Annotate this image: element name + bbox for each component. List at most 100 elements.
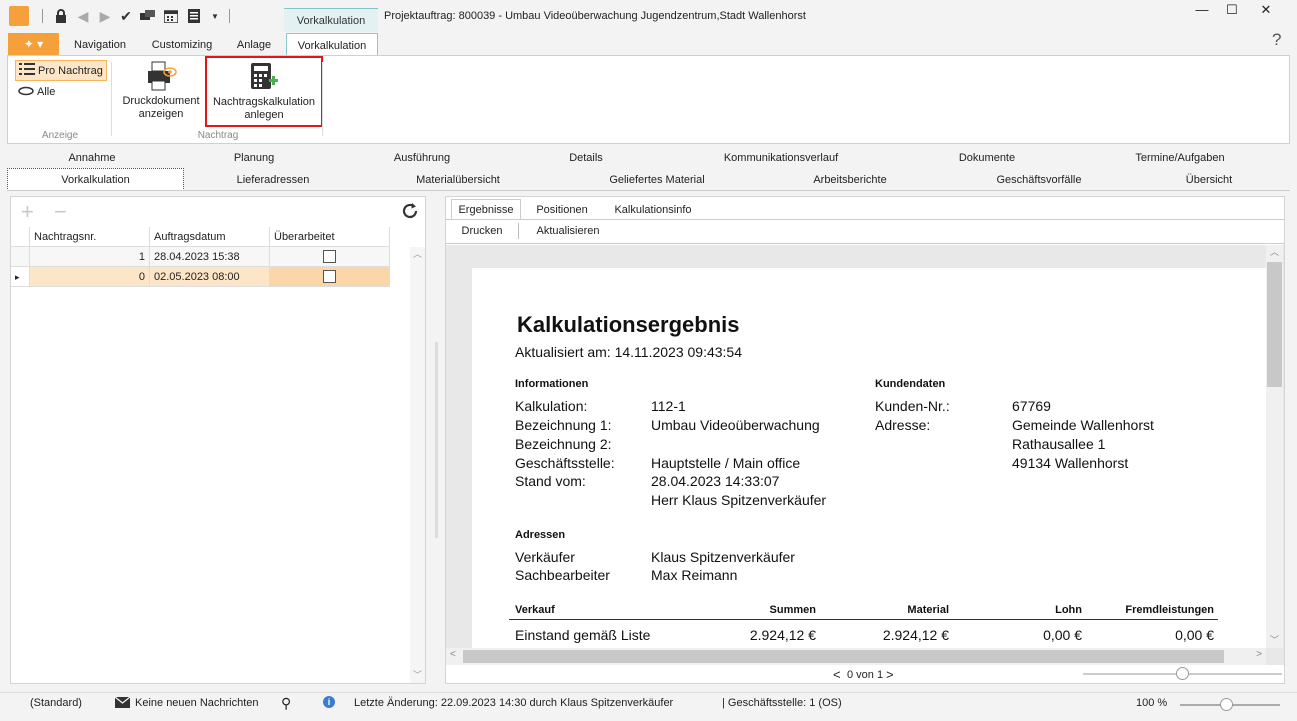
- minimize-button[interactable]: —: [1187, 2, 1217, 18]
- quick-access-dropdown-icon[interactable]: ▼: [207, 8, 223, 24]
- cell-auftragsdatum[interactable]: 28.04.2023 15:38: [150, 247, 270, 267]
- status-standard[interactable]: (Standard): [30, 697, 82, 709]
- grid-scrollbar[interactable]: ︿ ﹀: [410, 247, 425, 683]
- page-indicator: 0 von 1: [847, 669, 884, 681]
- status-messages[interactable]: Keine neuen Nachrichten: [135, 697, 259, 709]
- table-header-lohn: Lohn: [1055, 604, 1082, 616]
- checkmark-icon[interactable]: ✔: [118, 8, 134, 24]
- pro-nachtrag-button[interactable]: Pro Nachtrag: [15, 60, 107, 81]
- next-page-icon[interactable]: >: [886, 667, 894, 682]
- column-header-nachtragsnr[interactable]: Nachtragsnr.: [30, 227, 150, 247]
- report-page: Kalkulationsergebnis Aktualisiert am: 14…: [472, 268, 1266, 648]
- column-header-ueberarbeitet[interactable]: Überarbeitet: [270, 227, 390, 247]
- tab-anlage[interactable]: Anlage: [229, 33, 279, 55]
- tab-planung[interactable]: Planung: [214, 152, 294, 164]
- print-preview-icon: [145, 61, 177, 91]
- scrollbar-thumb[interactable]: [463, 650, 1224, 663]
- section-heading-kundendaten: Kundendaten: [875, 378, 946, 390]
- label-adresse: Adresse:: [875, 417, 931, 433]
- calculator-add-icon: [249, 62, 279, 92]
- scroll-up-icon[interactable]: ︿: [410, 247, 425, 260]
- document-list-icon[interactable]: [186, 8, 202, 24]
- tab-ausfuehrung[interactable]: Ausführung: [382, 152, 462, 164]
- tab-dokumente[interactable]: Dokumente: [947, 152, 1027, 164]
- scroll-down-icon[interactable]: ﹀: [1266, 633, 1283, 646]
- druckdokument-anzeigen-button[interactable]: Druckdokument anzeigen: [118, 61, 204, 123]
- help-icon[interactable]: ?: [1272, 30, 1281, 50]
- tab-kommunikationsverlauf[interactable]: Kommunikationsverlauf: [716, 152, 846, 164]
- splitter-handle[interactable]: [435, 342, 438, 538]
- slider-handle[interactable]: [1176, 667, 1189, 680]
- tab-annahme[interactable]: Annahme: [52, 152, 132, 164]
- close-button[interactable]: ✕: [1251, 2, 1281, 18]
- column-header-auftragsdatum[interactable]: Auftragsdatum: [150, 227, 270, 247]
- tab-arbeitsberichte[interactable]: Arbeitsberichte: [800, 174, 900, 186]
- forward-arrow-icon[interactable]: ▶: [97, 8, 113, 24]
- link-icon: [18, 86, 34, 99]
- value-fremdleistungen: 0,00 €: [1175, 627, 1214, 643]
- report-vertical-scrollbar[interactable]: ︿ ﹀: [1266, 245, 1283, 648]
- tab-materialuebersicht[interactable]: Materialübersicht: [403, 174, 513, 186]
- nachtragskalkulation-label-1: Nachtragskalkulation: [212, 96, 316, 108]
- ueberarbeitet-checkbox[interactable]: [323, 250, 336, 263]
- cell-ueberarbeitet[interactable]: [270, 247, 390, 267]
- label-kunden-nr: Kunden-Nr.:: [875, 398, 950, 414]
- tab-navigation[interactable]: Navigation: [66, 33, 134, 55]
- app-logo-icon: [9, 6, 29, 26]
- cell-auftragsdatum[interactable]: 02.05.2023 08:00: [150, 267, 270, 287]
- mail-icon: [114, 696, 131, 711]
- scrollbar-thumb[interactable]: [1267, 262, 1282, 387]
- table-header-fremdleistungen: Fremdleistungen: [1125, 604, 1214, 616]
- aktualisieren-button[interactable]: Aktualisieren: [528, 225, 608, 239]
- grid-header-indicator: [11, 227, 30, 247]
- scroll-left-icon[interactable]: <: [450, 649, 456, 660]
- tab-details[interactable]: Details: [546, 152, 626, 164]
- tab-geliefertes-material[interactable]: Geliefertes Material: [597, 174, 717, 186]
- tab-customizing[interactable]: Customizing: [145, 33, 219, 55]
- alle-button[interactable]: Alle: [15, 83, 58, 101]
- scroll-down-icon[interactable]: ﹀: [410, 668, 425, 681]
- row-indicator-selected[interactable]: ▸: [11, 267, 30, 287]
- drucken-button[interactable]: Drucken: [452, 225, 512, 239]
- tab-lieferadressen[interactable]: Lieferadressen: [228, 174, 318, 186]
- tab-positionen[interactable]: Positionen: [527, 200, 597, 220]
- tab-kalkulationsinfo[interactable]: Kalkulationsinfo: [603, 200, 703, 220]
- calendar-icon[interactable]: [163, 8, 179, 24]
- maximize-button[interactable]: ☐: [1217, 2, 1247, 18]
- lock-icon[interactable]: [53, 8, 69, 24]
- table-header-summen: Summen: [769, 604, 816, 616]
- tab-geschaeftsvorfaelle[interactable]: Geschäftsvorfälle: [984, 174, 1094, 186]
- druckdokument-label-2: anzeigen: [138, 108, 184, 120]
- refresh-icon[interactable]: [400, 201, 420, 221]
- remove-icon[interactable]: −: [54, 201, 67, 223]
- value-stand-vom: 28.04.2023 14:33:07: [651, 473, 780, 489]
- table-header-verkauf: Verkauf: [515, 604, 555, 616]
- ueberarbeitet-checkbox[interactable]: [323, 270, 336, 283]
- tab-termine-aufgaben[interactable]: Termine/Aufgaben: [1130, 152, 1230, 164]
- cell-ueberarbeitet[interactable]: [270, 267, 390, 287]
- divider: [7, 190, 1290, 191]
- messages-icon[interactable]: [140, 8, 156, 24]
- application-menu-button[interactable]: ✦ ▾: [8, 33, 59, 55]
- value-kalkulation: 112-1: [651, 398, 686, 414]
- viewer-zoom-slider[interactable]: [1083, 667, 1282, 680]
- tab-vorkalkulation[interactable]: Vorkalkulation: [286, 33, 378, 56]
- tab-ergebnisse[interactable]: Ergebnisse: [451, 199, 521, 220]
- alle-label: Alle: [37, 86, 56, 98]
- zoom-slider[interactable]: [1180, 698, 1280, 711]
- scroll-up-icon[interactable]: ︿: [1266, 245, 1283, 258]
- tab-uebersicht[interactable]: Übersicht: [1174, 174, 1244, 186]
- row-indicator[interactable]: [11, 247, 30, 267]
- report-updated: Aktualisiert am: 14.11.2023 09:43:54: [515, 344, 743, 360]
- search-icon[interactable]: ⚲: [281, 695, 291, 712]
- cell-nachtragsnr[interactable]: 1: [30, 247, 150, 267]
- slider-handle[interactable]: [1220, 698, 1233, 711]
- tab-vorkalkulation-module[interactable]: Vorkalkulation: [7, 168, 184, 191]
- report-horizontal-scrollbar[interactable]: < >: [446, 648, 1266, 665]
- add-icon[interactable]: +: [21, 201, 34, 223]
- nachtragskalkulation-anlegen-button[interactable]: Nachtragskalkulation anlegen: [205, 56, 323, 127]
- scroll-right-icon[interactable]: >: [1256, 649, 1262, 660]
- prev-page-icon[interactable]: <: [833, 667, 841, 682]
- back-arrow-icon[interactable]: ◀: [75, 8, 91, 24]
- cell-nachtragsnr[interactable]: 0: [30, 267, 150, 287]
